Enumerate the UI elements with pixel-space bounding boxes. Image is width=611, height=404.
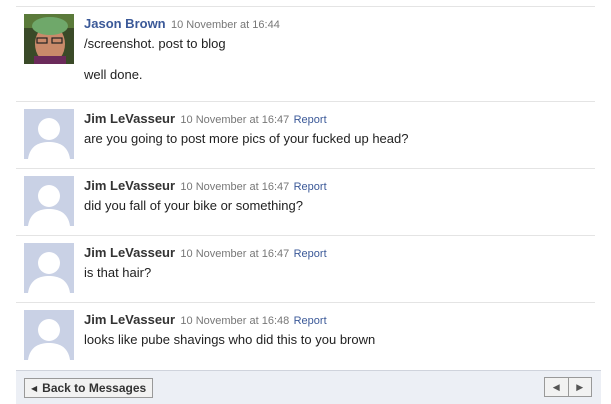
author-name[interactable]: Jim LeVasseur xyxy=(84,245,175,260)
message-header: Jim LeVasseur 10 November at 16:47 Repor… xyxy=(84,111,327,126)
pager: ◀ ▶ xyxy=(544,377,592,397)
author-name[interactable]: Jim LeVasseur xyxy=(84,178,175,193)
avatar[interactable] xyxy=(24,14,74,64)
divider xyxy=(16,101,595,102)
divider xyxy=(16,235,595,236)
divider xyxy=(16,168,595,169)
message-text: are you going to post more pics of your … xyxy=(84,131,409,146)
report-link[interactable]: Report xyxy=(294,181,327,193)
message-header: Jim LeVasseur 10 November at 16:48 Repor… xyxy=(84,312,327,327)
timestamp: 10 November at 16:48 xyxy=(180,315,290,327)
message-footer-bar: ◀ Back to Messages ◀ ▶ xyxy=(16,370,601,404)
avatar[interactable] xyxy=(24,109,74,159)
message-text: looks like pube shavings who did this to… xyxy=(84,332,376,347)
author-name[interactable]: Jim LeVasseur xyxy=(84,111,175,126)
timestamp: 10 November at 16:47 xyxy=(180,114,290,126)
divider xyxy=(16,302,595,303)
author-name[interactable]: Jim LeVasseur xyxy=(84,312,175,327)
report-link[interactable]: Report xyxy=(294,248,327,260)
message-text: /screenshot. post to blog xyxy=(84,36,226,51)
left-triangle-icon: ◀ xyxy=(31,384,38,393)
divider xyxy=(16,6,595,7)
back-button-label: Back to Messages xyxy=(42,381,147,395)
left-triangle-icon: ◀ xyxy=(552,382,560,392)
timestamp: 10 November at 16:47 xyxy=(180,248,290,260)
message-text: did you fall of your bike or something? xyxy=(84,198,303,213)
author-name[interactable]: Jason Brown xyxy=(84,16,166,31)
message-text: well done. xyxy=(84,67,143,82)
timestamp: 10 November at 16:44 xyxy=(170,19,280,31)
avatar[interactable] xyxy=(24,176,74,226)
next-message-button[interactable]: ▶ xyxy=(567,378,592,396)
timestamp: 10 November at 16:47 xyxy=(180,181,290,193)
message-header: Jim LeVasseur 10 November at 16:47 Repor… xyxy=(84,245,327,260)
message-text: is that hair? xyxy=(84,265,152,280)
message-header: Jason Brown 10 November at 16:44 xyxy=(84,16,280,31)
right-triangle-icon: ▶ xyxy=(576,382,584,392)
avatar[interactable] xyxy=(24,243,74,293)
back-to-messages-button[interactable]: ◀ Back to Messages xyxy=(24,378,154,398)
avatar[interactable] xyxy=(24,310,74,360)
report-link[interactable]: Report xyxy=(294,114,327,126)
message-header: Jim LeVasseur 10 November at 16:47 Repor… xyxy=(84,178,327,193)
report-link[interactable]: Report xyxy=(294,315,327,327)
previous-message-button[interactable]: ◀ xyxy=(545,378,568,396)
